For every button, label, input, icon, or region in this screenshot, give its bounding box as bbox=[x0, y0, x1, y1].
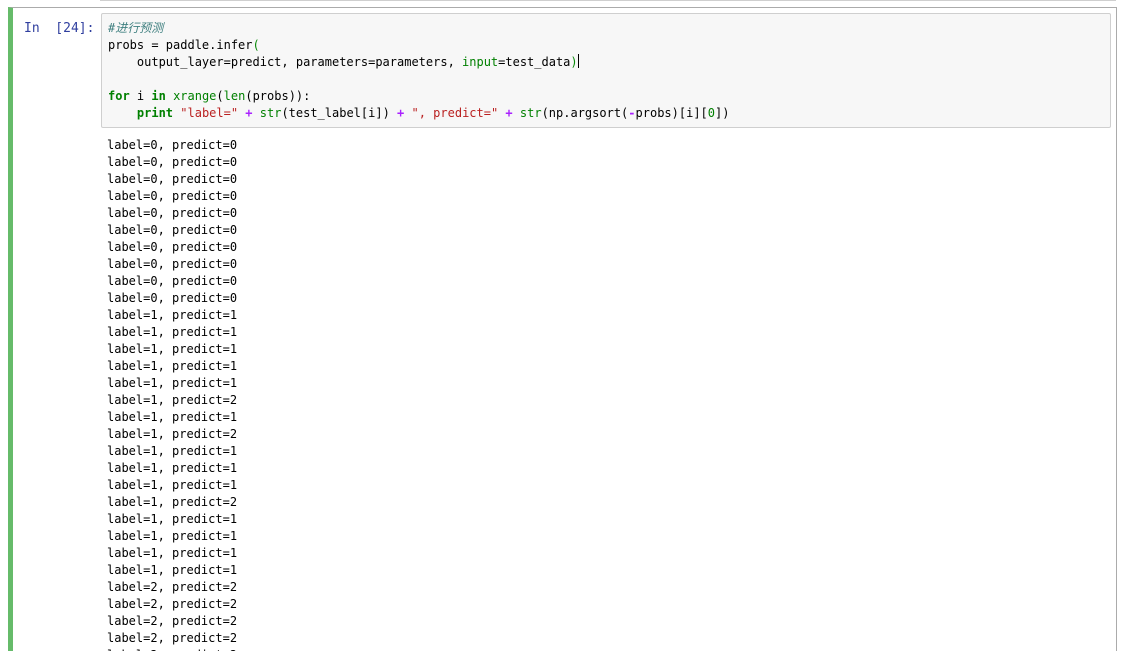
code-builtin: len bbox=[223, 89, 246, 103]
input-prompt: In [24]: bbox=[24, 21, 95, 36]
notebook-page: In [24]: #进行预测 probs = paddle.infer( outp… bbox=[0, 0, 1124, 651]
output-line: label=1, predict=2 bbox=[107, 427, 238, 441]
code-token: =test_data bbox=[498, 55, 571, 69]
output-line: label=1, predict=1 bbox=[107, 461, 238, 475]
code-line-3: output_layer=predict, parameters=paramet… bbox=[108, 54, 729, 71]
output-line: label=1, predict=1 bbox=[107, 325, 238, 339]
code-keyword: in bbox=[151, 89, 166, 103]
code-line-5: for i in xrange(len(probs)): bbox=[108, 88, 729, 105]
code-operator: - bbox=[628, 106, 636, 120]
code-line-1: #进行预测 bbox=[108, 20, 729, 37]
output-line: label=1, predict=2 bbox=[107, 393, 238, 407]
cell-output: label=0, predict=0 label=0, predict=0 labe… bbox=[107, 137, 237, 651]
text-cursor bbox=[577, 54, 579, 68]
output-line: label=0, predict=0 bbox=[107, 172, 238, 186]
output-line: label=1, predict=1 bbox=[107, 359, 238, 373]
output-line: label=0, predict=0 bbox=[107, 138, 238, 152]
output-line: label=2, predict=2 bbox=[107, 580, 238, 594]
output-line: label=0, predict=0 bbox=[107, 240, 238, 254]
output-line: label=1, predict=1 bbox=[107, 529, 238, 543]
code-keyword: print bbox=[136, 106, 174, 120]
code-comment: #进行预测 bbox=[108, 21, 164, 35]
output-line: label=1, predict=1 bbox=[107, 342, 238, 356]
code-operator: + bbox=[238, 106, 260, 120]
code-token: (probs)): bbox=[245, 89, 311, 103]
output-line: label=0, predict=0 bbox=[107, 257, 238, 271]
output-line: label=1, predict=1 bbox=[107, 546, 238, 560]
output-line: label=1, predict=1 bbox=[107, 376, 238, 390]
code-token: ]) bbox=[715, 106, 730, 120]
output-line: label=2, predict=2 bbox=[107, 597, 238, 611]
code-line-6: print "label=" + str(test_label[i]) + ",… bbox=[108, 105, 730, 122]
code-token: output_layer=predict, parameters=paramet… bbox=[136, 55, 463, 69]
code-token: ( bbox=[216, 89, 224, 103]
output-line: label=0, predict=0 bbox=[107, 189, 238, 203]
output-line: label=2, predict=2 bbox=[107, 647, 237, 651]
previous-cell-border bbox=[100, 0, 1116, 1]
output-line: label=1, predict=1 bbox=[107, 512, 238, 526]
code-string: ", predict=" bbox=[411, 106, 499, 120]
output-line: label=1, predict=1 bbox=[107, 478, 238, 492]
output-line: label=1, predict=1 bbox=[107, 410, 238, 424]
code-operator: + bbox=[498, 106, 520, 120]
code-line-2: probs = paddle.infer( bbox=[108, 37, 729, 54]
output-line: label=0, predict=0 bbox=[107, 206, 238, 220]
code-token: (np.argsort( bbox=[541, 106, 629, 120]
code-token: (test_label[i]) bbox=[281, 106, 390, 120]
output-line: label=1, predict=2 bbox=[107, 495, 238, 509]
code-editor[interactable]: #进行预测 probs = paddle.infer( output_layer=… bbox=[101, 13, 1111, 128]
output-line: label=1, predict=1 bbox=[107, 563, 238, 577]
code-operator: + bbox=[389, 106, 412, 120]
output-line: label=2, predict=2 bbox=[107, 631, 238, 645]
code-builtin: str bbox=[519, 106, 542, 120]
code-token: probs = paddle.infer bbox=[108, 38, 253, 52]
code-keyword: for bbox=[108, 89, 130, 103]
output-line: label=0, predict=0 bbox=[107, 291, 238, 305]
code-builtin: str bbox=[259, 106, 282, 120]
code-keyword-arg: input bbox=[462, 55, 499, 69]
code-paren-close: ) bbox=[570, 55, 578, 69]
output-line: label=1, predict=1 bbox=[107, 444, 238, 458]
output-line: label=0, predict=0 bbox=[107, 223, 238, 237]
code-string: "label=" bbox=[180, 106, 239, 120]
output-line: label=2, predict=2 bbox=[107, 614, 238, 628]
code-token: probs)[i][ bbox=[635, 106, 708, 120]
code-text[interactable]: #进行预测 probs = paddle.infer( output_layer=… bbox=[108, 20, 729, 122]
output-line: label=0, predict=0 bbox=[107, 155, 238, 169]
code-builtin: xrange bbox=[173, 89, 217, 103]
output-line: label=1, predict=1 bbox=[107, 308, 238, 322]
code-number: 0 bbox=[707, 106, 715, 120]
output-line: label=0, predict=0 bbox=[107, 274, 238, 288]
code-token: i bbox=[129, 89, 152, 103]
code-paren-open: ( bbox=[252, 38, 260, 52]
